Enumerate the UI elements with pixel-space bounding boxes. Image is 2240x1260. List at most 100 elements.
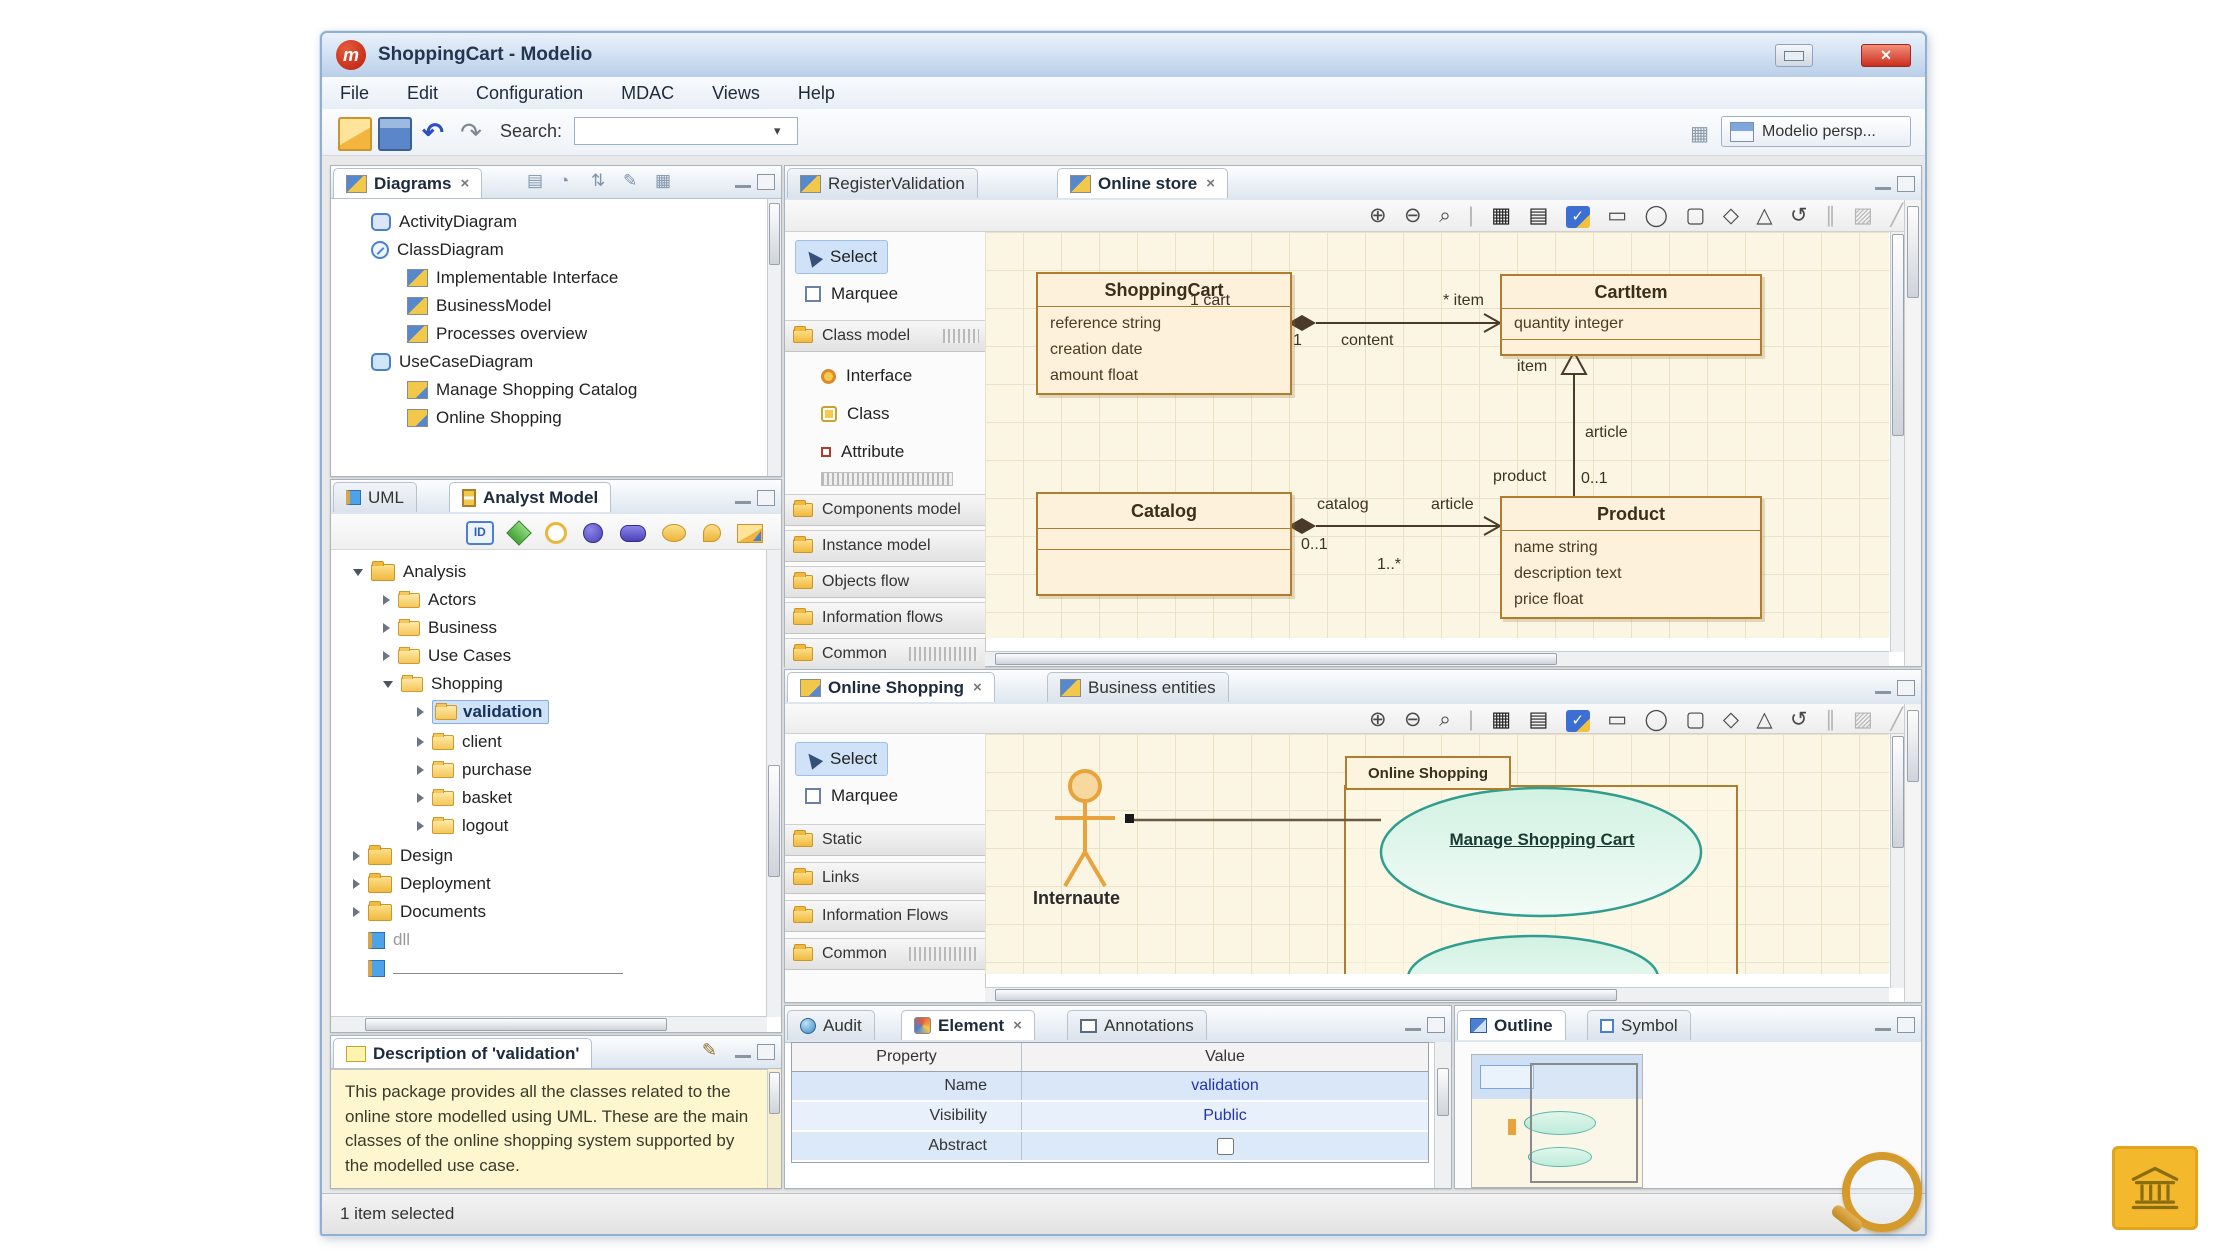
validate-icon[interactable]: ✓ [1566, 710, 1590, 732]
tree-item-purchase[interactable]: purchase [417, 756, 532, 784]
diagrams-scrollbar[interactable] [767, 199, 781, 476]
palette-section-static[interactable]: Static [785, 824, 985, 856]
diagram-minimap[interactable] [1471, 1054, 1643, 1188]
property-row-visibility[interactable]: Visibility Public [792, 1102, 1428, 1132]
search-dropdown-icon[interactable]: ▾ [774, 123, 781, 139]
tree-item-basket[interactable]: basket [417, 784, 512, 812]
columns-icon[interactable]: ∥ [1825, 704, 1836, 735]
panel-minimize-icon[interactable] [1405, 1017, 1421, 1031]
tree-item-actors[interactable]: Actors [383, 586, 476, 614]
menu-file[interactable]: File [340, 83, 369, 104]
open-project-icon[interactable] [338, 117, 372, 151]
hatch-icon[interactable]: ▨ [1853, 200, 1873, 231]
maximize-button[interactable] [1775, 44, 1813, 67]
diagrams-header-icon-list[interactable]: ▤ [527, 171, 543, 191]
hatch-icon[interactable]: ▨ [1853, 704, 1873, 735]
palette-marquee[interactable]: Marquee [795, 278, 908, 310]
description-text[interactable]: This package provides all the classes re… [331, 1069, 781, 1188]
tab-close-icon[interactable]: × [460, 175, 469, 192]
folder-nav-icon[interactable] [737, 524, 763, 543]
diamond-icon[interactable]: ◇ [1723, 200, 1739, 231]
class-shopping-cart[interactable]: ShoppingCart reference string creation d… [1036, 272, 1292, 395]
diagrams-header-icon-grid[interactable]: ▦ [655, 171, 671, 191]
palette-section-objects-flow[interactable]: Objects flow [785, 566, 985, 598]
zoom-reset-icon[interactable]: ⌕ [1439, 704, 1451, 735]
class-product[interactable]: Product name string description text pri… [1500, 496, 1762, 619]
menu-help[interactable]: Help [798, 83, 835, 104]
properties-scrollbar[interactable] [1434, 1042, 1451, 1188]
zoom-in-icon[interactable]: ⊕ [1369, 704, 1387, 735]
panel-minimize-icon[interactable] [1875, 1017, 1891, 1031]
green-diamond-icon[interactable] [507, 520, 532, 545]
slash-icon[interactable]: ╱ [1890, 704, 1903, 735]
palette-section-components[interactable]: Components model [785, 494, 985, 526]
panel-maximize-icon[interactable] [757, 174, 775, 190]
minimap-viewport[interactable] [1530, 1063, 1638, 1183]
tab-outline[interactable]: Outline [1457, 1010, 1566, 1040]
workspace-grid-icon[interactable]: ▦ [1690, 121, 1709, 146]
usecase-label[interactable]: Manage Shopping Cart [1397, 830, 1687, 850]
palette-select[interactable]: Select [795, 742, 888, 776]
tab-annotations[interactable]: Annotations [1067, 1010, 1207, 1040]
palette-select[interactable]: Select [795, 240, 888, 274]
tab-business-entities[interactable]: Business entities [1047, 672, 1229, 702]
col-value[interactable]: Value [1022, 1043, 1428, 1071]
class-canvas-hscroll[interactable] [985, 651, 1889, 666]
tab-uml[interactable]: UML [333, 482, 417, 512]
panel-maximize-icon[interactable] [1897, 1017, 1915, 1033]
palette-section-common[interactable]: Common [785, 938, 985, 970]
tab-online-shopping[interactable]: Online Shopping × [787, 672, 995, 702]
frame-icon[interactable]: ▭ [1607, 200, 1627, 231]
rotate-icon[interactable]: ↺ [1790, 200, 1808, 231]
close-button[interactable]: ✕ [1861, 44, 1911, 67]
palette-interface[interactable]: Interface [811, 360, 922, 392]
panel-maximize-icon[interactable] [1427, 1017, 1445, 1033]
page-icon[interactable]: ▤ [1529, 200, 1549, 231]
zoom-in-icon[interactable]: ⊕ [1369, 200, 1387, 231]
tree-item-business[interactable]: Business [383, 614, 497, 642]
undo-icon[interactable]: ↶ [418, 117, 448, 147]
menu-edit[interactable]: Edit [407, 83, 438, 104]
tree-item-dll[interactable]: dll [353, 926, 410, 954]
actor-label[interactable]: Internaute [1033, 888, 1120, 909]
rectangle-icon[interactable]: ▢ [1686, 200, 1706, 231]
abstract-checkbox[interactable] [1217, 1138, 1234, 1155]
tree-item-logout[interactable]: logout [417, 812, 508, 840]
palette-section-instance[interactable]: Instance model [785, 530, 985, 562]
slash-icon[interactable]: ╱ [1890, 200, 1903, 231]
menu-mdac[interactable]: MDAC [621, 83, 674, 104]
palette-class[interactable]: Class [811, 398, 900, 430]
tab-analyst-model[interactable]: Analyst Model [449, 482, 611, 512]
rectangle-icon[interactable]: ▢ [1686, 704, 1706, 735]
palette-scroll-handle[interactable] [821, 472, 953, 486]
redo-icon[interactable]: ↷ [456, 117, 486, 147]
columns-icon[interactable]: ∥ [1825, 200, 1836, 231]
diagrams-header-icon-edit[interactable]: ✎ [623, 171, 637, 191]
edit-description-icon[interactable]: ✎ [702, 1040, 717, 1061]
col-property[interactable]: Property [792, 1043, 1022, 1071]
palette-section-class-model[interactable]: Class model [785, 320, 985, 352]
grid-icon[interactable]: ▦ [1491, 200, 1511, 231]
save-icon[interactable] [378, 117, 412, 151]
panel-minimize-icon[interactable] [1875, 176, 1891, 190]
class-diagram-canvas[interactable]: ShoppingCart reference string creation d… [985, 232, 1889, 638]
tree-item-client[interactable]: client [417, 728, 502, 756]
search-input[interactable] [574, 117, 798, 145]
yellow-oval-icon[interactable] [662, 524, 686, 542]
menu-configuration[interactable]: Configuration [476, 83, 583, 104]
title-bar[interactable]: m ShoppingCart - Modelio ✕ [322, 33, 1925, 78]
tab-close-icon[interactable]: × [973, 679, 982, 696]
tab-close-icon[interactable]: × [1013, 1017, 1022, 1034]
perspective-combo[interactable]: Modelio persp... [1721, 116, 1911, 147]
class-editor-side-scroll[interactable] [1904, 200, 1921, 666]
bank-button[interactable] [2112, 1146, 2198, 1230]
validate-icon[interactable]: ✓ [1566, 206, 1590, 228]
tree-item-deployment[interactable]: Deployment [353, 870, 491, 898]
panel-maximize-icon[interactable] [757, 490, 775, 506]
model-hscrollbar[interactable] [331, 1016, 767, 1032]
tree-item-analysis[interactable]: Analysis [353, 558, 466, 586]
tree-item[interactable]: ActivityDiagram [371, 208, 517, 236]
panel-maximize-icon[interactable] [757, 1044, 775, 1060]
tree-item-validation[interactable]: validation [417, 698, 549, 726]
panel-maximize-icon[interactable] [1897, 680, 1915, 696]
